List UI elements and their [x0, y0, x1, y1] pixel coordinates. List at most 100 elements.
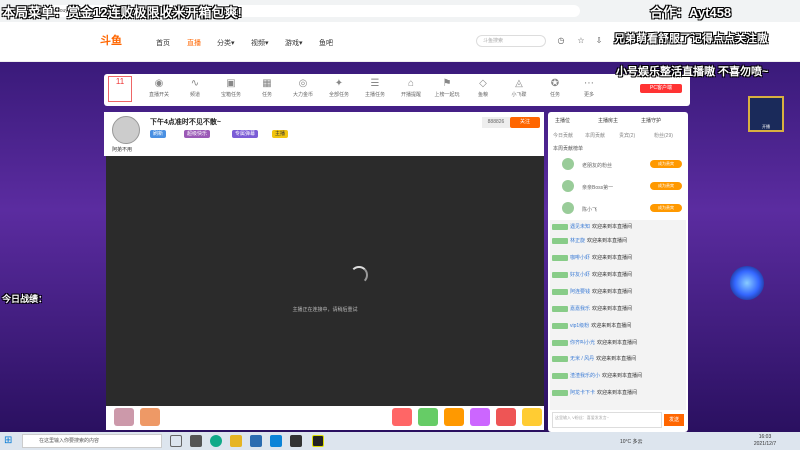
tab-owner[interactable]: 主播房主 — [598, 117, 618, 124]
tag[interactable]: 专属弹幕 — [232, 130, 259, 138]
rank-row[interactable]: 亲亲Boss第一 成为贵宾 — [552, 178, 684, 196]
chat-name[interactable]: 林正旋 — [570, 238, 585, 244]
tool-chest[interactable]: ▣ 宝箱任务 — [218, 78, 244, 98]
level-badge — [552, 288, 568, 295]
rank-tab-fans[interactable]: 粉丝(29) — [654, 132, 673, 139]
tool-channel[interactable]: ∿ 频道 — [182, 78, 208, 98]
gift-icon[interactable] — [470, 408, 490, 426]
become-vip-button[interactable]: 成为贵宾 — [650, 182, 682, 190]
gift-icon[interactable] — [392, 408, 412, 426]
chat-name[interactable]: 阿龙卡下卡 — [570, 390, 595, 396]
taskbar-search[interactable]: 在这里输入你要搜索的内容 — [22, 434, 162, 448]
level-badge — [552, 322, 568, 329]
tool-task[interactable]: ▦ 任务 — [254, 78, 280, 98]
site-logo[interactable]: 斗鱼 — [100, 32, 140, 50]
clock-date: 2021/12/7 — [753, 441, 777, 447]
tag[interactable]: 超级快乐 — [184, 130, 211, 138]
chat-list[interactable]: 遇见未知欢迎来到本直播间 林正旋欢迎来到本直播间 咖啡小虾欢迎来到本直播间 好友… — [550, 220, 686, 410]
become-vip-button[interactable]: 成为贵宾 — [650, 204, 682, 212]
level-badge — [552, 223, 568, 230]
rank-tab-week[interactable]: 本周贡献 — [585, 132, 605, 139]
checkin-day[interactable]: 11 — [108, 76, 132, 102]
download-icon[interactable]: ⇩ — [594, 36, 604, 46]
app-icon[interactable] — [270, 435, 282, 447]
nav-video[interactable]: 视频▾ — [251, 38, 269, 48]
chat-msg: 欢迎来到本直播间 — [596, 356, 637, 362]
nav-games[interactable]: 游戏▾ — [285, 38, 303, 48]
ufo-icon: ◬ — [515, 78, 523, 89]
search-input[interactable]: 斗鱼搜索 — [476, 35, 546, 47]
follow-icon[interactable]: ☆ — [576, 36, 586, 46]
coin-icon: ◎ — [298, 78, 308, 89]
become-vip-button[interactable]: 成为贵宾 — [650, 160, 682, 168]
folder-icon[interactable] — [230, 435, 242, 447]
tag[interactable]: 主播 — [272, 130, 289, 138]
chat-name[interactable]: 无米 / 风丹 — [570, 356, 594, 362]
gift-icon[interactable] — [444, 408, 464, 426]
tool-coin[interactable]: ◎ 大力金币 — [290, 78, 316, 98]
tool-ufo[interactable]: ◬ 小飞碟 — [506, 78, 532, 98]
gift-icon[interactable] — [140, 408, 160, 426]
chat-name[interactable]: vip1级粉 — [570, 323, 589, 329]
gift-icon[interactable] — [522, 408, 542, 426]
tool-rank[interactable]: ⚑ 上榜一起玩 — [434, 78, 460, 98]
promo-widget[interactable]: 开播 — [748, 96, 784, 132]
level-badge — [552, 339, 568, 346]
send-button[interactable]: 发送 — [664, 414, 684, 426]
rank-row[interactable]: 陈小飞 成为贵宾 — [552, 200, 684, 218]
nav-category[interactable]: 分类▾ — [217, 38, 235, 48]
tool-live-switch[interactable]: ◉ 直播开关 — [146, 78, 172, 98]
rank-tab-today[interactable]: 今日贡献 — [553, 132, 573, 139]
rank-tab-vip[interactable]: 贵宾(2) — [619, 132, 635, 139]
clock[interactable]: 16:03 2021/12/7 — [750, 434, 780, 448]
rank-row[interactable]: 老朋友的粉丝 成为贵宾 — [552, 156, 684, 174]
chat-name[interactable]: 你齐叫小光 — [570, 340, 595, 346]
search-icon[interactable] — [170, 435, 182, 447]
tab-anchor[interactable]: 主播位 — [555, 117, 570, 124]
follow-button[interactable]: 关注 — [510, 117, 540, 128]
chat-name[interactable]: 渣渣我乐的小 — [570, 373, 600, 379]
history-icon[interactable]: ◷ — [556, 36, 566, 46]
gift-icon[interactable] — [418, 408, 438, 426]
rank-name: 陈小飞 — [582, 207, 598, 213]
nav-fishbar[interactable]: 鱼吧 — [319, 38, 333, 48]
more-icon: ⋯ — [584, 78, 594, 89]
taskview-icon[interactable] — [190, 435, 202, 447]
anchor-avatar[interactable] — [112, 116, 140, 144]
chat-msg: 欢迎来到本直播间 — [592, 289, 633, 295]
nav-live[interactable]: 直播 — [187, 38, 201, 48]
tab-guard[interactable]: 主播守护 — [641, 117, 661, 124]
promo-label: 开播 — [762, 124, 770, 129]
chat-name[interactable]: 嘉嘉我乐 — [570, 306, 590, 312]
tool-reminder[interactable]: ⌂ 开播提醒 — [398, 78, 424, 98]
tool-extra[interactable]: ✪ 任务 — [542, 78, 568, 98]
chat-name[interactable]: 遇见未知 — [570, 224, 590, 230]
app-icon[interactable] — [250, 435, 262, 447]
windows-start-icon[interactable]: ⊞ — [4, 435, 16, 447]
gift-icon[interactable] — [496, 408, 516, 426]
tool-all-tasks[interactable]: ✦ 全部任务 — [326, 78, 352, 98]
tool-anchor-task[interactable]: ☰ 主播任务 — [362, 78, 388, 98]
chat-name[interactable]: 阿连要钱 — [570, 289, 590, 295]
level-badge — [552, 271, 568, 278]
app-icon[interactable] — [290, 435, 302, 447]
edge-icon[interactable] — [210, 435, 222, 447]
chat-msg: 欢迎来到本直播间 — [592, 306, 633, 312]
avatar — [562, 202, 574, 214]
chat-name[interactable]: 咖啡小虾 — [570, 255, 590, 261]
obs-icon[interactable] — [312, 435, 324, 447]
chat-input[interactable]: 这里输入 V粉丝：喜爱发发言~ — [552, 412, 662, 428]
tool-fishfood[interactable]: ◇ 鱼粮 — [470, 78, 496, 98]
tag[interactable]: 刷新 — [150, 130, 167, 138]
tool-label: 任务 — [549, 92, 560, 98]
tool-more[interactable]: ⋯ 更多 — [576, 78, 602, 98]
weather-text[interactable]: 10°C 多云 — [620, 438, 643, 445]
nav-home[interactable]: 首页 — [156, 38, 170, 48]
overlay-title: 本局菜单：赏金12连败极限收米开箱包爽! — [2, 5, 242, 20]
pc-client-button[interactable]: PC客户端 — [640, 84, 682, 93]
chat-line: 嘉嘉我乐 欢迎来到本直播间 — [552, 304, 632, 314]
chat-msg: 欢迎来到本直播间 — [592, 272, 633, 278]
gift-icon[interactable] — [114, 408, 134, 426]
chat-name[interactable]: 好友小虾 — [570, 272, 590, 278]
video-player[interactable] — [106, 156, 544, 406]
